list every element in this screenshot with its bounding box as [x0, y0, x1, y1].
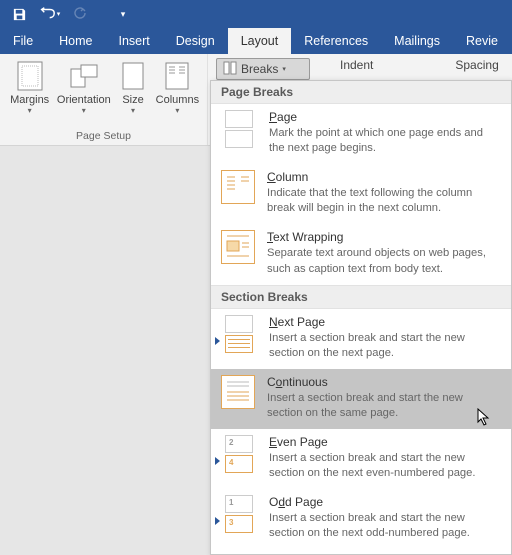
group-label-page-setup: Page Setup	[6, 130, 201, 143]
ribbon-tabs: File Home Insert Design Layout Reference…	[0, 28, 512, 54]
orientation-button[interactable]: Orientation▾	[55, 58, 112, 130]
odd-page-icon: 1 3	[221, 495, 257, 533]
undo-button[interactable]: ▾	[36, 2, 62, 26]
size-icon	[117, 60, 149, 92]
columns-icon	[161, 60, 193, 92]
menu-item-title: Page	[269, 110, 501, 124]
page-break-icon	[221, 110, 257, 148]
continuous-icon	[221, 375, 255, 409]
section-header-section-breaks: Section Breaks	[211, 285, 511, 309]
breaks-label: Breaks	[241, 62, 278, 76]
breaks-dropdown-menu: Page Breaks Page Mark the point at which…	[210, 80, 512, 555]
menu-item-column-break[interactable]: Column Indicate that the text following …	[211, 164, 511, 224]
save-button[interactable]	[6, 2, 32, 26]
next-page-icon	[221, 315, 257, 353]
tab-design[interactable]: Design	[163, 28, 228, 54]
margins-icon	[14, 60, 46, 92]
tab-layout[interactable]: Layout	[228, 28, 292, 54]
section-header-page-breaks: Page Breaks	[211, 81, 511, 104]
columns-button[interactable]: Columns▾	[154, 58, 201, 130]
column-break-icon	[221, 170, 255, 204]
breaks-dropdown-button[interactable]: Breaks ▾	[216, 58, 310, 80]
tab-review[interactable]: Revie	[453, 28, 511, 54]
redo-button[interactable]	[66, 2, 92, 26]
mouse-cursor-icon	[477, 408, 491, 431]
breaks-icon	[223, 61, 237, 78]
menu-item-desc: Mark the point at which one page ends an…	[269, 126, 501, 156]
tab-mailings[interactable]: Mailings	[381, 28, 453, 54]
orientation-icon	[68, 60, 100, 92]
tab-home[interactable]: Home	[46, 28, 105, 54]
menu-item-next-page[interactable]: Next Page Insert a section break and sta…	[211, 309, 511, 369]
tab-file[interactable]: File	[0, 28, 46, 54]
tab-references[interactable]: References	[291, 28, 381, 54]
menu-item-even-page[interactable]: 2 4 Even Page Insert a section break and…	[211, 429, 511, 489]
size-button[interactable]: Size▾	[114, 58, 151, 130]
text-wrapping-icon	[221, 230, 255, 264]
ribbon: Margins▾ Orientation▾ Size▾ Columns▾	[0, 54, 512, 146]
menu-item-text-wrapping[interactable]: Text Wrapping Separate text around objec…	[211, 224, 511, 284]
margins-button[interactable]: Margins▾	[6, 58, 53, 130]
tab-insert[interactable]: Insert	[106, 28, 163, 54]
menu-item-odd-page[interactable]: 1 3 Odd Page Insert a section break and …	[211, 489, 511, 549]
menu-item-continuous[interactable]: Continuous Insert a section break and st…	[211, 369, 511, 429]
qat-customize-button[interactable]: ▾	[110, 2, 136, 26]
menu-item-page-break[interactable]: Page Mark the point at which one page en…	[211, 104, 511, 164]
group-page-setup: Margins▾ Orientation▾ Size▾ Columns▾	[0, 54, 208, 145]
quick-access-toolbar: ▾ ▾	[0, 0, 512, 28]
even-page-icon: 2 4	[221, 435, 257, 473]
